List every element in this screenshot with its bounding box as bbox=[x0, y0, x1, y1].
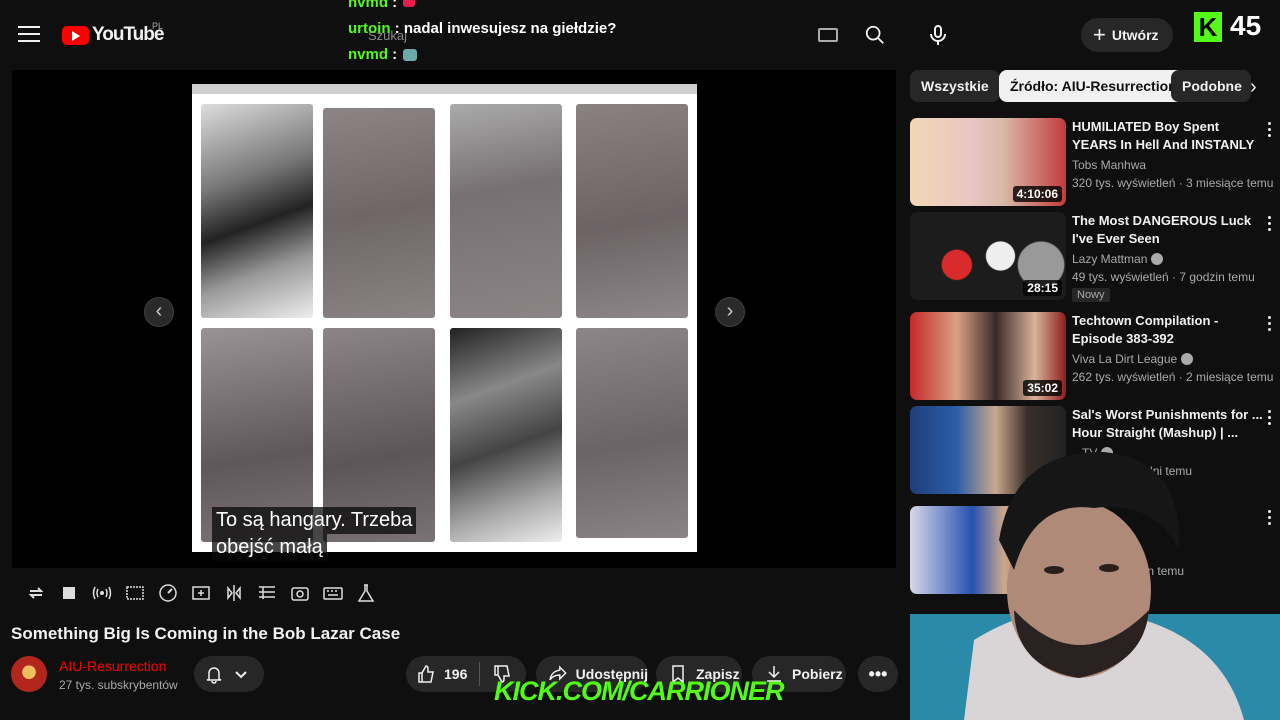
previous-slide-button[interactable]: ‹ bbox=[144, 297, 174, 327]
photo-tile bbox=[450, 328, 562, 542]
extension-toolbar bbox=[24, 583, 378, 603]
video-duration: 35:02 bbox=[1023, 380, 1062, 396]
download-label: Pobierz bbox=[792, 666, 843, 682]
photo-tile bbox=[576, 328, 688, 538]
kick-viewer-count: 45 bbox=[1230, 10, 1262, 41]
picture-in-picture-icon[interactable] bbox=[123, 583, 147, 603]
emote-icon bbox=[403, 49, 418, 62]
recommendation-channel[interactable]: Tobs Manhwa bbox=[1072, 158, 1146, 172]
chat-user: urtoin bbox=[348, 20, 391, 37]
plus-icon: + bbox=[1093, 22, 1106, 47]
more-options-icon[interactable] bbox=[1268, 216, 1272, 234]
chevron-down-icon bbox=[235, 671, 247, 679]
youtube-play-icon bbox=[62, 25, 89, 45]
audio-wave-icon[interactable] bbox=[90, 583, 114, 603]
recommendation-channel[interactable]: Lazy Mattman bbox=[1072, 252, 1164, 266]
add-screen-icon[interactable] bbox=[189, 583, 213, 603]
chat-separator: : bbox=[388, 46, 398, 63]
chat-message: nadal inwesujesz na giełdzie? bbox=[399, 20, 617, 37]
speed-icon[interactable] bbox=[156, 583, 180, 603]
emote-icon bbox=[403, 0, 416, 7]
chat-user: nvmd bbox=[348, 46, 389, 63]
recommendation-title[interactable]: HUMILIATED Boy Spent YEARS In Hell And I… bbox=[1072, 118, 1264, 154]
chip-all[interactable]: Wszystkie bbox=[910, 70, 1000, 102]
video-thumbnail[interactable]: 35:02 bbox=[910, 312, 1066, 400]
chat-line: nvmd : bbox=[348, 46, 418, 63]
create-label: Utwórz bbox=[1111, 27, 1159, 43]
chat-line: urtoin : nadal inwesujesz na giełdzie? bbox=[348, 20, 616, 37]
microphone-icon[interactable] bbox=[926, 22, 950, 48]
chat-line: nvmd : bbox=[348, 0, 416, 11]
more-actions-button[interactable]: ••• bbox=[858, 656, 898, 692]
stop-icon[interactable] bbox=[57, 583, 81, 603]
more-icon: ••• bbox=[868, 663, 888, 684]
keyboard-icon[interactable] bbox=[818, 28, 838, 42]
video-title: Something Big Is Coming in the Bob Lazar… bbox=[11, 624, 401, 643]
channel-label: Lazy Mattman bbox=[1072, 252, 1148, 266]
more-options-icon[interactable] bbox=[1268, 410, 1272, 428]
flask-icon[interactable] bbox=[354, 583, 378, 603]
channel-label: Viva La Dirt League bbox=[1072, 352, 1178, 366]
subtitle-line-1: To są hangary. Trzeba bbox=[212, 507, 417, 534]
video-duration: 4:10:06 bbox=[1012, 186, 1062, 202]
subtitle-line-2: obejść małą bbox=[212, 534, 327, 561]
notification-button[interactable] bbox=[194, 656, 264, 692]
photo-tile bbox=[450, 104, 562, 318]
photo-tile bbox=[576, 104, 688, 318]
screenshot-icon[interactable] bbox=[288, 583, 312, 603]
kick-logo: K bbox=[1194, 12, 1222, 42]
kick-url-overlay: KICK.COM/CARRIONER bbox=[494, 676, 784, 706]
like-count[interactable]: 196 bbox=[444, 666, 467, 682]
divider bbox=[479, 662, 481, 686]
photo-tile bbox=[201, 104, 313, 318]
keyboard-shortcuts-icon[interactable] bbox=[321, 583, 345, 603]
recommendation-item[interactable]: 35:02 Techtown Compilation - Episode 383… bbox=[910, 312, 1280, 400]
chevron-right-icon[interactable]: › bbox=[1250, 76, 1257, 99]
chip-source[interactable]: Źródło: AIU-Resurrection bbox=[999, 70, 1188, 102]
new-badge: Nowy bbox=[1072, 288, 1110, 302]
slide-image bbox=[192, 84, 697, 552]
more-options-icon[interactable] bbox=[1268, 316, 1272, 334]
video-duration: 28:15 bbox=[1023, 280, 1062, 296]
channel-avatar[interactable] bbox=[11, 656, 47, 692]
chat-separator: : bbox=[390, 20, 400, 37]
region-label: PL bbox=[152, 21, 164, 31]
create-button[interactable]: + Utwórz bbox=[1081, 18, 1173, 52]
streamer-webcam bbox=[910, 451, 1280, 720]
menu-icon[interactable] bbox=[18, 26, 40, 44]
video-player[interactable]: ‹ › To są hangary. Trzeba obejść małą bbox=[12, 70, 896, 568]
recommendation-item[interactable]: 4:10:06 HUMILIATED Boy Spent YEARS In He… bbox=[910, 118, 1280, 206]
more-options-icon[interactable] bbox=[1268, 122, 1272, 140]
video-thumbnail[interactable]: 28:15 bbox=[910, 212, 1066, 300]
recommendation-channel[interactable]: Viva La Dirt League bbox=[1072, 352, 1194, 366]
recommendation-meta: 320 tys. wyświetleń · 3 miesiące temu bbox=[1072, 176, 1274, 190]
chip-similar[interactable]: Podobne bbox=[1171, 70, 1251, 102]
chat-user: nvmd bbox=[348, 0, 389, 11]
channel-name[interactable]: AIU-Resurrection bbox=[59, 658, 166, 674]
top-bar: YouTube PL Szukaj + Utwórz K 45 bbox=[0, 0, 1280, 70]
loop-icon[interactable] bbox=[24, 583, 48, 603]
filter-chips: Wszystkie Źródło: AIU-Resurrection Podob… bbox=[910, 70, 1280, 104]
recommendation-title[interactable]: Techtown Compilation - Episode 383-392 bbox=[1072, 312, 1264, 348]
bell-icon bbox=[206, 667, 222, 684]
layout-icon[interactable] bbox=[255, 583, 279, 603]
recommendation-meta: 262 tys. wyświetleń · 2 miesiące temu bbox=[1072, 370, 1274, 384]
recommendation-meta: 49 tys. wyświetleń · 7 godzin temu bbox=[1072, 270, 1255, 284]
photo-tile bbox=[323, 108, 435, 318]
verified-icon bbox=[1151, 253, 1164, 265]
video-thumbnail[interactable]: 4:10:06 bbox=[910, 118, 1066, 206]
thumbs-up-icon[interactable] bbox=[416, 664, 436, 684]
youtube-logo[interactable]: YouTube bbox=[62, 24, 164, 46]
subscriber-count: 27 tys. subskrybentów bbox=[59, 678, 178, 692]
search-icon[interactable] bbox=[864, 24, 886, 46]
recommendation-title[interactable]: The Most DANGEROUS Luck I've Ever Seen bbox=[1072, 212, 1264, 248]
recommendation-item[interactable]: 28:15 The Most DANGEROUS Luck I've Ever … bbox=[910, 212, 1280, 302]
next-slide-button[interactable]: › bbox=[715, 297, 745, 327]
mirror-icon[interactable] bbox=[222, 583, 246, 603]
verified-icon bbox=[1181, 353, 1194, 365]
chat-separator: : bbox=[388, 0, 398, 11]
